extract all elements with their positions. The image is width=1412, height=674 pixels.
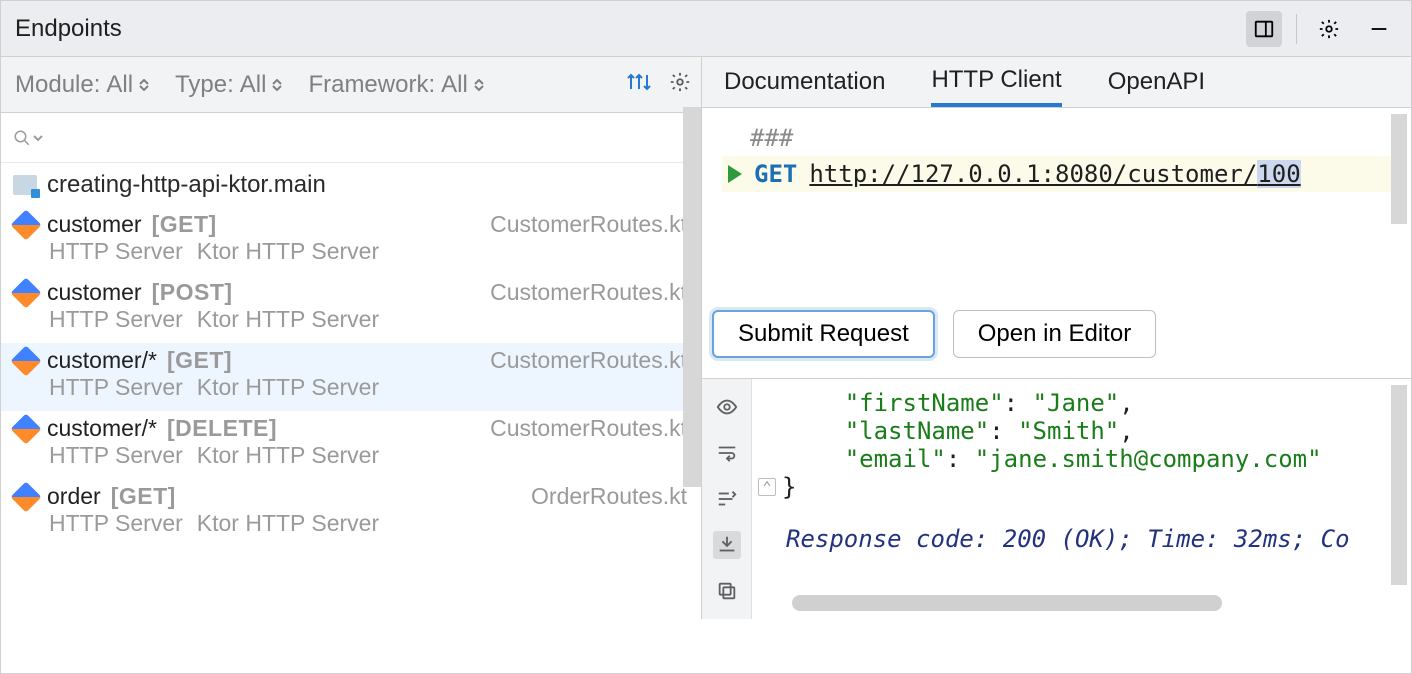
json-line: "lastName": "Smith", xyxy=(758,417,1411,445)
endpoint-name: customer/* xyxy=(47,415,157,442)
view-icon[interactable] xyxy=(713,393,741,421)
gear-icon[interactable] xyxy=(1311,11,1347,47)
detail-pane: Documentation HTTP Client OpenAPI ### GE… xyxy=(702,57,1411,619)
filter-framework[interactable]: Framework: All xyxy=(308,71,483,99)
wrap-icon[interactable] xyxy=(713,439,741,467)
response-gutter xyxy=(702,379,752,619)
search-input[interactable] xyxy=(49,125,689,151)
endpoint-row[interactable]: order [GET] OrderRoutes.kt HTTP Server Ktor… xyxy=(1,479,701,547)
endpoint-file: OrderRoutes.kt xyxy=(531,483,687,510)
endpoint-file: CustomerRoutes.kt xyxy=(490,347,687,374)
response-status: Response code: 200 (OK); Time: 32ms; Co xyxy=(758,525,1411,553)
chevron-updown-icon xyxy=(139,79,149,91)
json-line: "email": "jane.smith@company.com" xyxy=(758,445,1411,473)
panel-title: Endpoints xyxy=(15,15,1246,43)
endpoint-method: [GET] xyxy=(152,211,217,238)
filter-type[interactable]: Type: All xyxy=(175,71,282,99)
folder-icon xyxy=(13,175,37,195)
titlebar-divider xyxy=(1296,14,1297,44)
endpoint-method: [POST] xyxy=(152,279,233,306)
layout-toggle-icon[interactable] xyxy=(1246,11,1282,47)
filter-config-icon[interactable] xyxy=(627,71,651,99)
endpoint-server: HTTP Server xyxy=(49,238,183,264)
endpoint-row[interactable]: customer [POST] CustomerRoutes.kt HTTP Ser… xyxy=(1,275,701,343)
copy-icon[interactable] xyxy=(713,577,741,605)
filter-bar: Module: All Type: All Fram xyxy=(1,57,701,113)
chevron-updown-icon xyxy=(474,79,484,91)
scrollbar-vertical[interactable] xyxy=(1391,114,1407,224)
titlebar: Endpoints xyxy=(1,1,1411,57)
open-in-editor-button[interactable]: Open in Editor xyxy=(953,310,1156,358)
project-label: creating-http-api-ktor.main xyxy=(47,171,326,199)
endpoint-name: customer xyxy=(47,211,142,238)
endpoint-row[interactable]: customer/* [GET] CustomerRoutes.kt HTTP Se… xyxy=(1,343,701,411)
endpoint-name: customer xyxy=(47,279,142,306)
endpoint-server: HTTP Server xyxy=(49,510,183,536)
endpoints-pane: Module: All Type: All Fram xyxy=(1,57,701,619)
response-area: "firstName": "Jane", "lastName": "Smith"… xyxy=(702,378,1411,619)
titlebar-actions xyxy=(1246,11,1397,47)
route-icon xyxy=(10,277,41,308)
endpoint-file: CustomerRoutes.kt xyxy=(490,415,687,442)
endpoint-framework: Ktor HTTP Server xyxy=(197,306,379,332)
endpoint-server: HTTP Server xyxy=(49,306,183,332)
endpoint-framework: Ktor HTTP Server xyxy=(197,374,379,400)
endpoint-framework: Ktor HTTP Server xyxy=(197,442,379,468)
tab-documentation[interactable]: Documentation xyxy=(724,57,885,107)
endpoint-list: creating-http-api-ktor.main customer [GE… xyxy=(1,163,701,547)
endpoint-method: [GET] xyxy=(167,347,232,374)
json-line: "firstName": "Jane", xyxy=(758,389,1411,417)
http-url[interactable]: http://127.0.0.1:8080/customer/100 xyxy=(809,160,1300,188)
endpoint-row[interactable]: customer/* [DELETE] CustomerRoutes.kt HTTP… xyxy=(1,411,701,479)
submit-request-button[interactable]: Submit Request xyxy=(712,310,935,358)
route-icon xyxy=(10,209,41,240)
sort-icon[interactable] xyxy=(713,485,741,513)
scroll-to-end-icon[interactable] xyxy=(713,531,741,559)
action-bar: Submit Request Open in Editor xyxy=(702,290,1411,378)
project-node[interactable]: creating-http-api-ktor.main xyxy=(1,163,701,207)
endpoint-framework: Ktor HTTP Server xyxy=(197,510,379,536)
endpoint-file: CustomerRoutes.kt xyxy=(490,279,687,306)
scrollbar-horizontal[interactable] xyxy=(792,595,1222,611)
endpoint-row[interactable]: customer [GET] CustomerRoutes.kt HTTP Serv… xyxy=(1,207,701,275)
search-bar xyxy=(1,113,701,163)
chevron-updown-icon xyxy=(272,79,282,91)
gear-icon[interactable] xyxy=(669,71,691,99)
route-icon xyxy=(10,345,41,376)
filter-module[interactable]: Module: All xyxy=(15,71,149,99)
endpoint-file: CustomerRoutes.kt xyxy=(490,211,687,238)
endpoint-method: [GET] xyxy=(111,483,176,510)
endpoint-name: customer/* xyxy=(47,347,157,374)
request-editor[interactable]: ### GET http://127.0.0.1:8080/customer/1… xyxy=(702,108,1411,290)
run-icon[interactable] xyxy=(728,165,742,183)
route-icon xyxy=(10,481,41,512)
http-method: GET xyxy=(754,160,797,188)
endpoint-server: HTTP Server xyxy=(49,442,183,468)
response-body[interactable]: "firstName": "Jane", "lastName": "Smith"… xyxy=(752,379,1411,619)
detail-tabs: Documentation HTTP Client OpenAPI xyxy=(702,57,1411,108)
search-icon[interactable] xyxy=(13,129,43,147)
scrollbar-vertical[interactable] xyxy=(683,107,701,487)
fold-icon[interactable]: ⌃ xyxy=(758,478,776,496)
minimize-icon[interactable] xyxy=(1361,11,1397,47)
request-line: GET http://127.0.0.1:8080/customer/100 xyxy=(722,156,1391,192)
endpoint-name: order xyxy=(47,483,101,510)
tab-openapi[interactable]: OpenAPI xyxy=(1108,57,1205,107)
endpoint-server: HTTP Server xyxy=(49,374,183,400)
request-separator: ### xyxy=(722,124,1391,152)
endpoint-framework: Ktor HTTP Server xyxy=(197,238,379,264)
route-icon xyxy=(10,413,41,444)
json-close-brace: } xyxy=(782,473,796,501)
main-split: Module: All Type: All Fram xyxy=(1,57,1411,619)
tab-http-client[interactable]: HTTP Client xyxy=(931,57,1061,107)
scrollbar-vertical[interactable] xyxy=(1391,385,1407,585)
endpoint-method: [DELETE] xyxy=(167,415,277,442)
